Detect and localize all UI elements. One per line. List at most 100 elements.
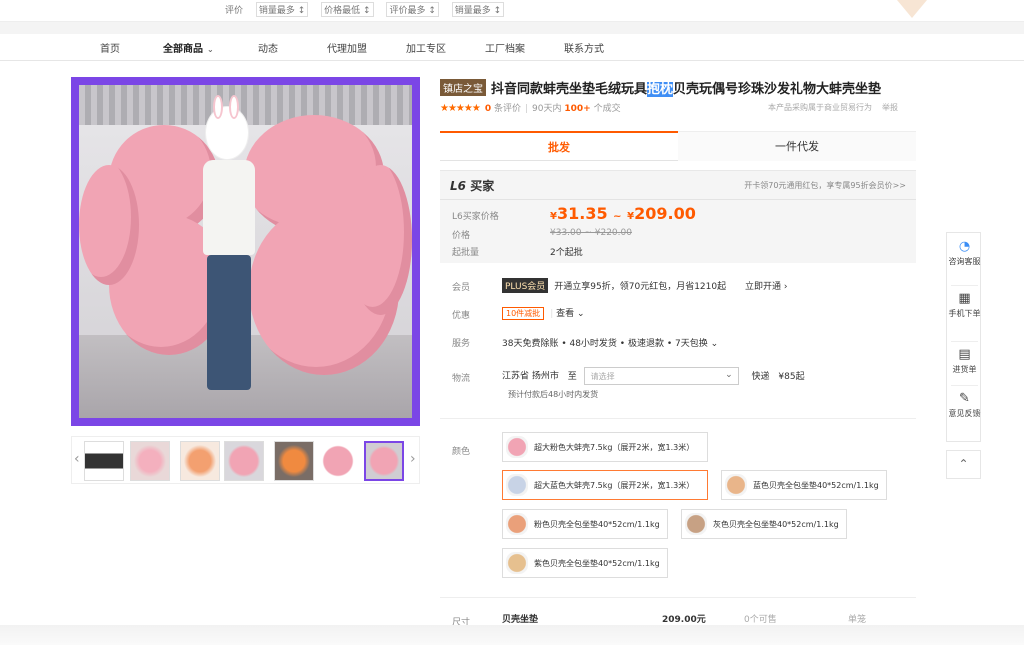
size-stock: 0个可售 (744, 615, 777, 625)
edit-icon: ✎ (959, 391, 970, 406)
thumbnail[interactable] (274, 441, 314, 481)
origin-text: 江苏省 扬州市 (502, 371, 559, 382)
sidebar-label: 意见反馈 (948, 409, 981, 418)
report-link[interactable]: 举报 (882, 103, 898, 112)
treasure-badge: 镇店之宝 (440, 79, 486, 96)
sales-suffix: 个成交 (593, 104, 621, 114)
price-low: 31.35 (556, 204, 608, 223)
express-label: 快递 (751, 371, 770, 382)
title-part-2: 贝壳玩偶号珍珠沙发礼物大蚌壳坐垫 (673, 82, 882, 97)
nav-contact[interactable]: 联系方式 (564, 40, 604, 55)
color-option[interactable]: 超大粉色大蚌壳7.5kg（展开2米，宽1.3米） (502, 432, 708, 462)
color-swatch (506, 513, 528, 535)
brand-logo-icon (885, 0, 935, 22)
nav-factory[interactable]: 工厂档案 (485, 40, 525, 55)
thumbnail[interactable] (130, 441, 170, 481)
page-bottom-edge (0, 625, 1024, 645)
color-option-selected[interactable]: 超大蓝色大蚌壳7.5kg（展开2米，宽1.3米） (502, 470, 708, 500)
price-box: L6 买家 开卡领70元通用红包，享专属95折会员价>> L6买家价格 ¥31.… (440, 170, 916, 263)
thumbnail[interactable] (318, 441, 358, 481)
thumbnail-strip: ‹ › (71, 436, 420, 484)
color-swatch (506, 436, 528, 458)
old-price: ¥33.00 ~ ¥220.00 (550, 228, 632, 238)
size-unit: 单笼 (848, 615, 867, 625)
feedback-button[interactable]: ✎ 意见反馈 (947, 391, 982, 419)
chevron-left-icon[interactable]: ‹ (74, 451, 80, 467)
color-option-label: 灰色贝壳全包坐垫40*52cm/1.1kg (713, 520, 839, 529)
color-option-label: 粉色贝壳全包坐垫40*52cm/1.1kg (534, 520, 660, 529)
bunny-sticker-icon (206, 95, 248, 159)
level-label: L6 (450, 179, 466, 193)
customer-service-button[interactable]: ◔ 咨询客服 (947, 239, 982, 267)
back-to-top-button[interactable]: ⌃ (946, 450, 981, 479)
sort-price[interactable]: 价格最低 ↕ (321, 2, 374, 17)
price-high: 209.00 (634, 204, 696, 223)
sort-sales[interactable]: 销量最多 ↕ (255, 2, 309, 17)
color-option-label: 超大粉色大蚌壳7.5kg（展开2米，宽1.3米） (534, 443, 695, 452)
chevron-down-icon: ⌄ (725, 370, 733, 380)
person-shirt (203, 160, 255, 255)
nav-news[interactable]: 动态 (258, 40, 278, 55)
shop-nav: 首页 全部商品 ⌄ 动态 代理加盟 加工专区 工厂档案 联系方式 (0, 34, 1024, 61)
shipping-note: 预计付款后48小时内发货 (508, 390, 599, 399)
chevron-up-icon: ⌃ (958, 457, 969, 471)
star-rating-icon: ★★★★★ (440, 103, 481, 114)
chevron-right-icon[interactable]: › (410, 451, 416, 467)
thumbnail-selected[interactable] (364, 441, 404, 481)
nav-processing[interactable]: 加工专区 (406, 40, 446, 55)
thumbnail[interactable] (224, 441, 264, 481)
logistics-label: 物流 (452, 374, 471, 384)
bunny-ear (229, 95, 239, 119)
discount-view-link[interactable]: 查看 ⌄ (556, 309, 584, 319)
color-option[interactable]: 紫色贝壳全包坐垫40*52cm/1.1kg (502, 548, 668, 578)
member-label: 会员 (452, 283, 471, 293)
product-title: 镇店之宝 抖音同款蚌壳坐垫毛绒玩具抱枕贝壳玩偶号珍珠沙发礼物大蚌壳坐垫 (440, 78, 920, 97)
member-open-link[interactable]: 立即开通 › (745, 282, 787, 292)
color-option-label: 蓝色贝壳全包坐垫40*52cm/1.1kg (753, 481, 879, 490)
review-count[interactable]: 0 (485, 104, 491, 114)
main-product-image[interactable] (71, 77, 420, 426)
sort-sales-2[interactable]: 销量最多 ↕ (451, 2, 505, 17)
chat-icon: ◔ (958, 239, 971, 254)
service-text[interactable]: 38天免费除账 • 48小时发货 • 极速退款 • 7天包换 ⌄ (502, 336, 718, 349)
qr-code-icon: ▦ (958, 291, 971, 306)
video-thumb[interactable] (84, 441, 124, 481)
level-promo-link[interactable]: 开卡领70元通用红包，享专属95折会员价>> (744, 180, 906, 191)
purchase-list-button[interactable]: ▤ 进货单 (947, 347, 982, 375)
shell-blob (79, 165, 139, 285)
color-option[interactable]: 蓝色贝壳全包坐垫40*52cm/1.1kg (721, 470, 887, 500)
color-option[interactable]: 粉色贝壳全包坐垫40*52cm/1.1kg (502, 509, 668, 539)
chevron-down-icon: ⌄ (207, 45, 214, 54)
nav-all-products[interactable]: 全部商品 ⌄ (163, 40, 214, 55)
level-suffix: 买家 (470, 179, 495, 193)
rating-row: ★★★★★ 0 条评价 | 90天内 100+ 个成交 (440, 103, 621, 114)
tab-wholesale[interactable]: 批发 (440, 131, 678, 161)
sidebar-label: 进货单 (952, 365, 977, 374)
color-option[interactable]: 灰色贝壳全包坐垫40*52cm/1.1kg (681, 509, 847, 539)
mobile-order-button[interactable]: ▦ 手机下单 (947, 291, 982, 319)
price-label: 价格 (452, 231, 471, 241)
sidebar-label: 咨询客服 (948, 257, 981, 266)
moq-value: 2个起批 (550, 248, 583, 258)
header-gap (0, 22, 1024, 34)
sales-count: 100+ (564, 104, 591, 114)
thumbnail[interactable] (180, 441, 220, 481)
list-icon: ▤ (958, 347, 971, 362)
tab-dropship[interactable]: 一件代发 (678, 131, 916, 161)
color-swatch (506, 474, 528, 496)
color-swatch (685, 513, 707, 535)
logistics-row: 江苏省 扬州市 至 请选择 ⌄ 快递 ¥85起 (502, 367, 805, 385)
sort-reviews[interactable]: 评价最多 ↕ (386, 2, 439, 17)
coupon-badge: 10件减批 (502, 307, 545, 320)
price-divider (440, 199, 916, 200)
buyer-price: ¥31.35 ~ ¥209.00 (550, 204, 696, 223)
sort-bar: 评价 销量最多 ↕ 价格最低 ↕ 评价最多 ↕ 销量最多 ↕ (225, 2, 514, 17)
nav-agency[interactable]: 代理加盟 (327, 40, 367, 55)
buyer-price-label: L6买家价格 (452, 212, 499, 222)
destination-select[interactable]: 请选择 ⌄ (583, 367, 739, 385)
nav-home[interactable]: 首页 (100, 40, 120, 55)
sort-label: 评价 (225, 6, 244, 16)
color-option-label: 紫色贝壳全包坐垫40*52cm/1.1kg (534, 559, 660, 568)
nav-all-products-label: 全部商品 (163, 44, 203, 55)
sales-prefix: 90天内 (532, 104, 562, 114)
